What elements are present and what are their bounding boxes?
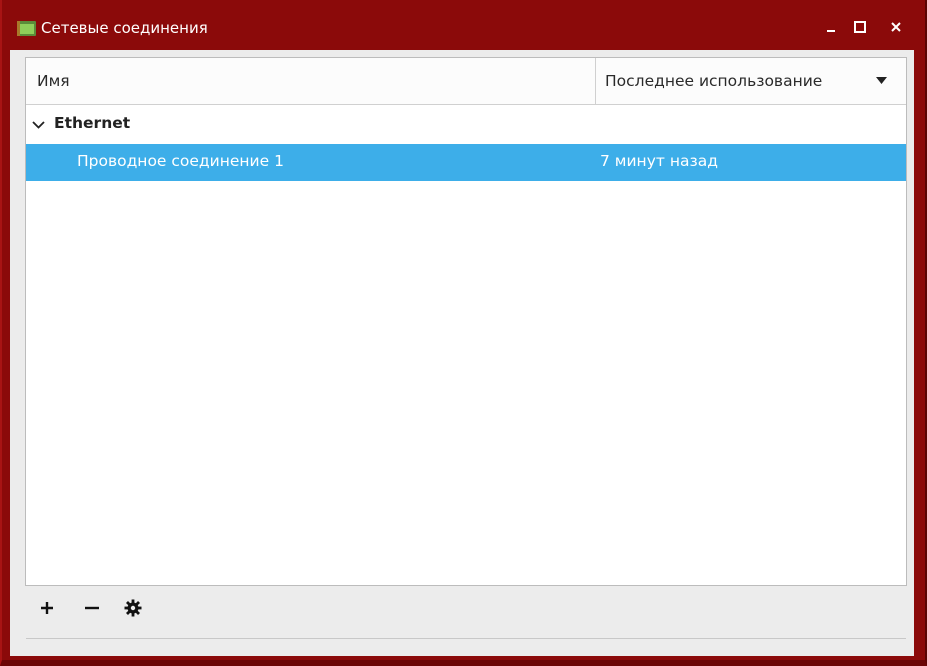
maximize-button[interactable] (849, 15, 871, 39)
add-icon (41, 602, 53, 614)
close-button[interactable] (885, 15, 907, 39)
connection-name: Проводное соединение 1 (77, 152, 284, 170)
add-connection-button[interactable] (34, 595, 60, 621)
close-icon (891, 22, 901, 32)
list-header: Имя Последнее использование (26, 58, 906, 105)
remove-icon (85, 606, 99, 610)
connection-last-used: 7 минут назад (600, 152, 718, 170)
column-header-last-used[interactable]: Последнее использование (596, 58, 906, 104)
minimize-icon (827, 30, 835, 32)
column-header-name-label: Имя (37, 72, 70, 90)
title-bar[interactable]: Сетевые соединения (0, 0, 927, 50)
window-content: Имя Последнее использование Ethernet Про… (10, 50, 914, 656)
column-header-last-used-label: Последнее использование (605, 72, 823, 90)
divider (26, 638, 906, 639)
group-ethernet[interactable]: Ethernet (26, 105, 906, 143)
minimize-button[interactable] (821, 15, 843, 39)
chevron-down-icon[interactable] (32, 121, 45, 129)
column-header-name[interactable]: Имя (26, 58, 596, 104)
connections-list[interactable]: Имя Последнее использование Ethernet Про… (25, 57, 907, 586)
edit-connection-button[interactable] (120, 595, 146, 621)
sort-descending-icon (876, 77, 887, 84)
window-title: Сетевые соединения (41, 19, 208, 37)
group-label: Ethernet (54, 114, 131, 132)
network-connections-window: Сетевые соединения Имя Последнее использ… (0, 0, 927, 666)
maximize-icon (854, 21, 866, 33)
gear-icon (124, 599, 142, 617)
network-connections-icon (17, 21, 36, 36)
remove-connection-button[interactable] (79, 595, 105, 621)
connection-row[interactable]: Проводное соединение 1 7 минут назад (26, 144, 906, 181)
